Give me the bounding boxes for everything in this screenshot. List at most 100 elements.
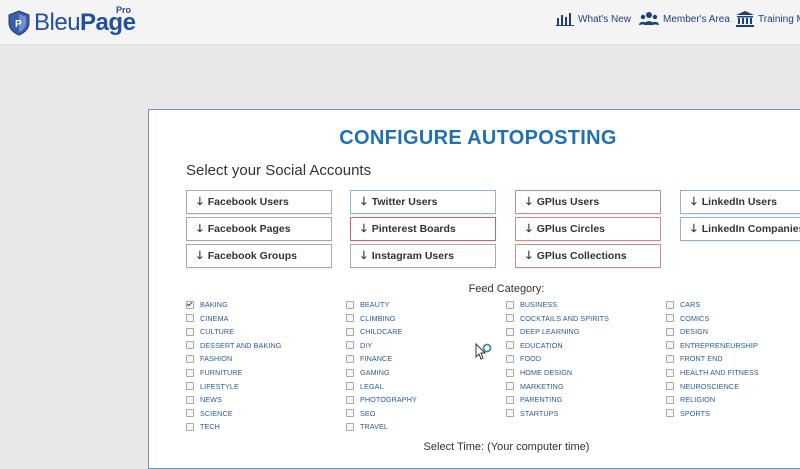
category-checkbox[interactable] [666,395,674,404]
gplus-users-button[interactable]: 🡓 GPlus Users [515,190,661,214]
category-item[interactable]: DIY [346,341,372,350]
category-item[interactable]: FASHION [186,354,232,363]
category-item[interactable]: BUSINESS [506,300,557,309]
category-checkbox[interactable] [346,354,354,363]
gplus-collections-button[interactable]: 🡓 GPlus Collections [515,244,661,268]
category-checkbox[interactable] [186,354,194,363]
category-checkbox[interactable] [186,409,194,418]
category-checkbox[interactable] [506,368,514,377]
category-item[interactable]: PARENTING [506,395,562,404]
svg-text:P: P [15,19,22,30]
category-checkbox[interactable] [346,341,354,350]
category-item[interactable]: COCKTAILS AND SPIRITS [506,314,609,323]
pinterest-boards-button[interactable]: 🡓 Pinterest Boards [350,217,496,241]
category-checkbox[interactable] [666,327,674,336]
category-checkbox[interactable] [346,409,354,418]
category-item[interactable]: STARTUPS [506,409,558,418]
nav-training[interactable]: Training M [736,10,800,28]
category-item[interactable]: BAKING [186,300,228,309]
category-checkbox[interactable] [666,341,674,350]
category-checkbox[interactable] [186,327,194,336]
category-item[interactable]: FRONT END [666,354,723,363]
instagram-users-button[interactable]: 🡓 Instagram Users [350,244,496,268]
category-label: HEALTH AND FITNESS [680,368,759,377]
category-checkbox[interactable] [666,409,674,418]
facebook-pages-button[interactable]: 🡓 Facebook Pages [186,217,332,241]
category-item[interactable]: HEALTH AND FITNESS [666,368,759,377]
category-label: FRONT END [680,354,723,364]
category-checkbox[interactable] [666,368,674,377]
category-checkbox[interactable] [666,354,674,363]
category-item[interactable]: LIFESTYLE [186,382,239,391]
category-checkbox[interactable] [506,382,514,391]
twitter-users-button[interactable]: 🡓 Twitter Users [350,190,496,214]
category-label: BUSINESS [520,300,558,309]
category-item[interactable]: NEUROSCIENCE [666,382,739,391]
category-item[interactable]: GAMING [346,368,390,377]
category-item[interactable]: DESIGN [666,327,708,336]
category-label: FOOD [520,354,542,364]
category-checkbox[interactable] [506,409,514,418]
category-checkbox[interactable] [506,327,514,336]
category-item[interactable]: CARS [666,300,700,309]
category-label: SCIENCE [200,408,233,418]
category-checkbox[interactable] [346,382,354,391]
autoposting-panel: CONFIGURE AUTOPOSTING Select your Social… [148,109,800,469]
category-checkbox[interactable] [186,422,194,431]
category-item[interactable]: PHOTOGRAPHY [346,395,417,404]
nav-members-area[interactable]: Member's Area [639,10,730,28]
category-item[interactable]: CLIMBING [346,314,396,323]
nav-whats-new[interactable]: What's New [556,10,631,28]
category-label: ENTREPRENEURSHIP [680,340,758,350]
category-checkbox[interactable] [506,300,514,309]
category-checkbox[interactable] [506,354,514,363]
category-item[interactable]: FINANCE [346,354,392,363]
category-checkbox[interactable] [186,382,194,391]
category-item[interactable]: SPORTS [666,409,710,418]
category-label: MARKETING [520,381,564,391]
category-item[interactable]: TECH [186,422,220,431]
category-item[interactable]: EDUCATION [506,341,563,350]
category-checkbox[interactable] [666,314,674,323]
linkedin-companies-button[interactable]: 🡓 LinkedIn Companies [680,217,800,241]
category-checkbox[interactable] [186,341,194,350]
category-checkbox[interactable] [346,422,354,431]
category-checkbox[interactable] [666,382,674,391]
facebook-users-button[interactable]: 🡓 Facebook Users [186,190,332,214]
category-item[interactable]: CINEMA [186,314,229,323]
category-checkbox[interactable] [346,327,354,336]
category-checkbox[interactable] [666,300,674,309]
facebook-groups-button[interactable]: 🡓 Facebook Groups [186,244,332,268]
linkedin-users-button[interactable]: 🡓 LinkedIn Users [680,190,800,214]
category-label: PHOTOGRAPHY [360,395,417,405]
gplus-circles-button[interactable]: 🡓 GPlus Circles [515,217,661,241]
category-item[interactable]: FURNITURE [186,368,242,377]
category-item[interactable]: FOOD [506,354,541,363]
category-item[interactable]: TRAVEL [346,422,388,431]
category-checkbox[interactable] [506,395,514,404]
category-item[interactable]: LEGAL [346,382,384,391]
category-item[interactable]: SCIENCE [186,409,233,418]
category-checkbox[interactable] [346,300,354,309]
category-checkbox[interactable] [186,395,194,404]
category-item[interactable]: COMICS [666,314,709,323]
category-checkbox[interactable] [506,341,514,350]
category-checkbox[interactable] [186,368,194,377]
category-item[interactable]: SEO [346,409,375,418]
category-item[interactable]: DESSERT AND BAKING [186,341,281,350]
category-item[interactable]: MARKETING [506,382,564,391]
category-item[interactable]: HOME DESIGN [506,368,572,377]
category-checkbox[interactable] [346,395,354,404]
category-item[interactable]: RELIGION [666,395,715,404]
category-checkbox[interactable] [186,314,194,323]
category-item[interactable]: CHILDCARE [346,327,402,336]
category-checkbox[interactable] [506,314,514,323]
category-item[interactable]: NEWS [186,395,222,404]
category-item[interactable]: DEEP LEARNING [506,327,579,336]
category-checkbox[interactable] [346,368,354,377]
category-item[interactable]: BEAUTY [346,300,389,309]
category-item[interactable]: CULTURE [186,327,234,336]
category-checkbox[interactable] [186,300,194,309]
category-item[interactable]: ENTREPRENEURSHIP [666,341,758,350]
category-checkbox[interactable] [346,314,354,323]
